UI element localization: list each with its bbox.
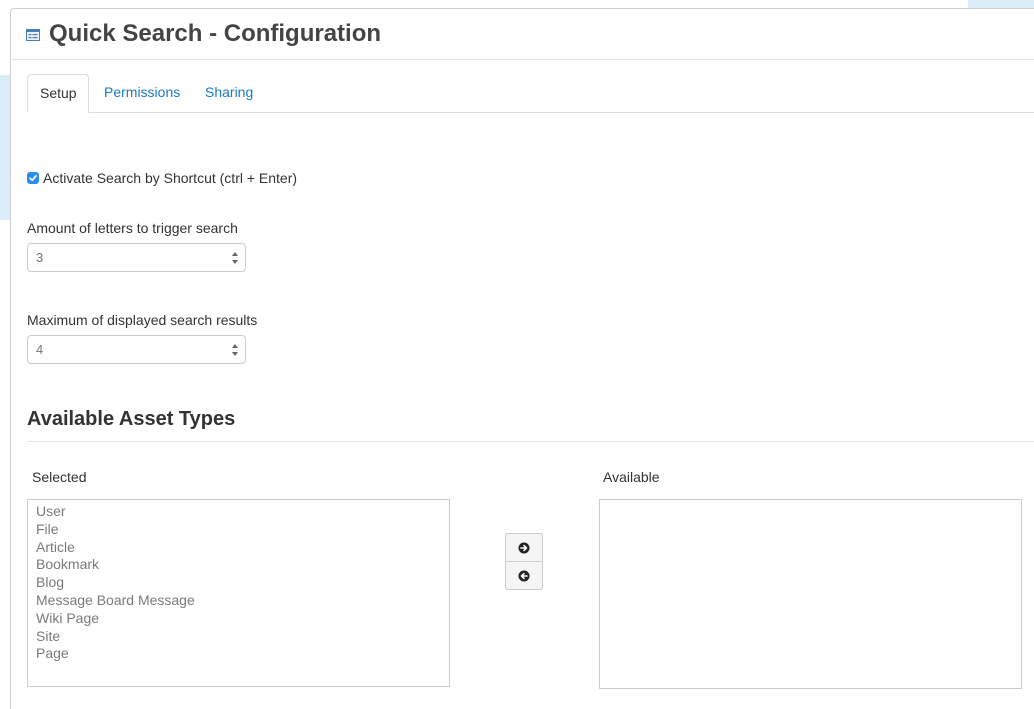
list-item[interactable]: User xyxy=(28,503,449,521)
asset-types-heading: Available Asset Types xyxy=(27,408,236,430)
tab-permissions[interactable]: Permissions xyxy=(92,74,192,111)
list-item[interactable]: File xyxy=(28,521,449,539)
letters-trigger-label: Amount of letters to trigger search xyxy=(27,220,238,236)
list-item[interactable]: Page xyxy=(28,645,449,663)
list-item[interactable]: Blog xyxy=(28,574,449,592)
checkmark-icon xyxy=(29,175,37,182)
max-results-select[interactable]: 4 xyxy=(27,335,246,364)
letters-trigger-value: 3 xyxy=(36,250,44,265)
panel-icon xyxy=(26,29,40,41)
background-portal-corner xyxy=(968,0,1034,8)
dialog-header: Quick Search - Configuration xyxy=(11,9,1034,60)
move-right-button[interactable] xyxy=(505,533,543,562)
selected-list-label: Selected xyxy=(32,469,87,485)
tab-sharing[interactable]: Sharing xyxy=(193,74,265,111)
move-left-button[interactable] xyxy=(505,561,543,590)
list-item[interactable]: Message Board Message xyxy=(28,592,449,610)
list-item[interactable]: Site xyxy=(28,628,449,646)
select-arrows-icon xyxy=(232,252,238,264)
max-results-label: Maximum of displayed search results xyxy=(27,312,258,328)
list-item[interactable]: Article xyxy=(28,539,449,557)
shortcut-checkbox[interactable] xyxy=(27,172,39,184)
shortcut-checkbox-label: Activate Search by Shortcut (ctrl + Ente… xyxy=(43,170,298,186)
letters-trigger-select[interactable]: 3 xyxy=(27,243,246,272)
available-list-label: Available xyxy=(603,469,660,485)
selected-listbox[interactable]: User File Article Bookmark Blog Message Board… xyxy=(27,499,450,687)
arrow-right-circle-icon xyxy=(518,542,530,553)
select-arrows-icon xyxy=(232,344,238,356)
list-item[interactable]: Wiki Page xyxy=(28,610,449,628)
page-title: Quick Search - Configuration xyxy=(49,20,382,47)
section-divider xyxy=(27,441,1034,442)
tab-bar: Setup Permissions Sharing xyxy=(27,74,1034,113)
configuration-dialog: Quick Search - Configuration Setup Permi… xyxy=(10,8,1034,709)
arrow-left-circle-icon xyxy=(518,570,530,581)
shortcut-option: Activate Search by Shortcut (ctrl + Ente… xyxy=(27,170,297,186)
tab-setup[interactable]: Setup xyxy=(27,74,89,113)
max-results-value: 4 xyxy=(36,342,44,357)
list-item[interactable]: Bookmark xyxy=(28,556,449,574)
available-listbox[interactable] xyxy=(599,499,1022,689)
